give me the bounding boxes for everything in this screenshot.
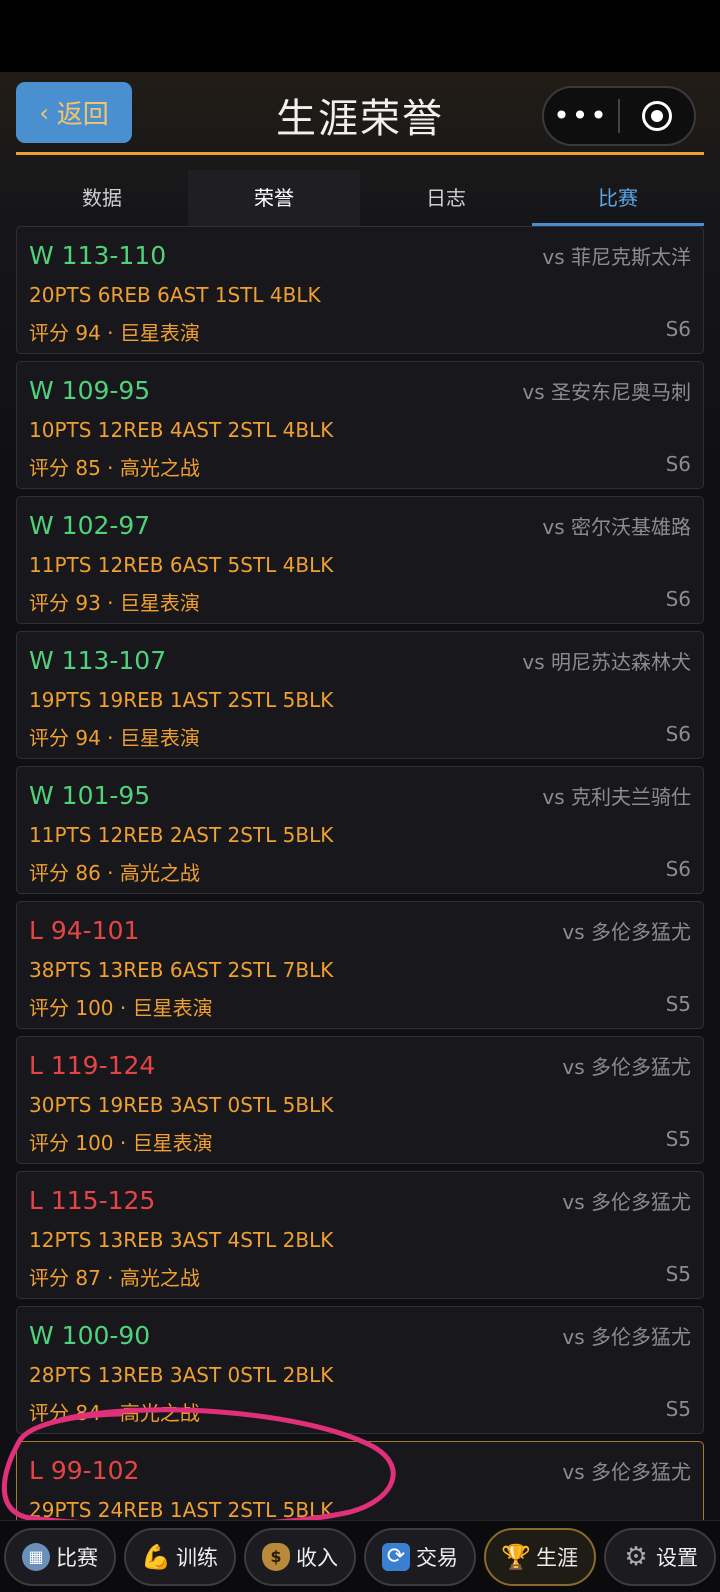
game-opponent: vs 圣安东尼奥马刺 — [522, 380, 691, 404]
gear-icon: ⚙ — [624, 1541, 648, 1572]
game-score: W 113-110 — [29, 241, 167, 270]
game-score: L 115-125 — [29, 1186, 156, 1215]
close-button[interactable] — [620, 101, 694, 131]
game-card[interactable]: W 101-95 vs 克利夫兰骑仕 11PTS 12REB 2AST 2STL… — [16, 766, 704, 894]
game-season: S6 — [665, 587, 691, 611]
target-circle-icon — [642, 101, 672, 131]
game-opponent: vs 克利夫兰骑仕 — [542, 785, 691, 809]
tab-log[interactable]: 日志 — [360, 170, 532, 226]
game-stats: 11PTS 12REB 2AST 2STL 5BLK — [29, 823, 334, 847]
status-bar — [0, 0, 720, 72]
game-stats: 28PTS 13REB 3AST 0STL 2BLK — [29, 1363, 334, 1387]
header: ‹ 返回 生涯荣誉 ••• — [0, 72, 720, 155]
game-rating: 评分 94 · 巨星表演 — [29, 321, 200, 345]
tab-honors[interactable]: 荣誉 — [188, 170, 360, 226]
tab-bar: 数据 荣誉 日志 比赛 — [16, 170, 704, 226]
game-opponent: vs 多伦多猛尤 — [562, 920, 691, 944]
tab-stats[interactable]: 数据 — [16, 170, 188, 226]
game-season: S5 — [665, 992, 691, 1016]
game-card[interactable]: L 94-101 vs 多伦多猛尤 38PTS 13REB 6AST 2STL … — [16, 901, 704, 1029]
game-rating: 评分 94 · 巨星表演 — [29, 726, 200, 750]
nav-label: 交易 — [416, 1545, 458, 1570]
game-rating: 评分 84 · 高光之战 — [29, 1401, 200, 1425]
game-opponent: vs 多伦多猛尤 — [562, 1055, 691, 1079]
game-rating: 评分 100 · 巨星表演 — [29, 996, 213, 1020]
game-list[interactable]: W 113-110 vs 菲尼克斯太洋 20PTS 6REB 6AST 1STL… — [16, 226, 704, 1592]
nav-label: 生涯 — [536, 1545, 578, 1570]
game-season: S6 — [665, 857, 691, 881]
game-rating: 评分 100 · 巨星表演 — [29, 1131, 213, 1155]
game-season: S5 — [665, 1127, 691, 1151]
game-stats: 20PTS 6REB 6AST 1STL 4BLK — [29, 283, 321, 307]
game-stats: 29PTS 24REB 1AST 2STL 5BLK — [29, 1498, 334, 1522]
nav-label: 设置 — [656, 1545, 698, 1570]
game-card[interactable]: W 100-90 vs 多伦多猛尤 28PTS 13REB 3AST 0STL … — [16, 1306, 704, 1434]
game-opponent: vs 多伦多猛尤 — [562, 1325, 691, 1349]
nav-label: 比赛 — [56, 1545, 98, 1570]
muscle-icon: 💪 — [141, 1542, 171, 1571]
game-score: W 102-97 — [29, 511, 151, 540]
game-stats: 12PTS 13REB 3AST 4STL 2BLK — [29, 1228, 334, 1252]
game-season: S5 — [665, 1397, 691, 1421]
more-dots-icon[interactable]: ••• — [544, 86, 618, 146]
game-score: W 101-95 — [29, 781, 151, 810]
game-card[interactable]: W 113-107 vs 明尼苏达森林犬 19PTS 19REB 1AST 2S… — [16, 631, 704, 759]
game-stats: 30PTS 19REB 3AST 0STL 5BLK — [29, 1093, 334, 1117]
game-card[interactable]: L 115-125 vs 多伦多猛尤 12PTS 13REB 3AST 4STL… — [16, 1171, 704, 1299]
header-divider — [16, 152, 704, 155]
trophy-icon: 🏆 — [501, 1542, 531, 1571]
game-score: W 109-95 — [29, 376, 151, 405]
game-season: S6 — [665, 452, 691, 476]
game-opponent: vs 多伦多猛尤 — [562, 1460, 691, 1484]
app-screen: ‹ 返回 生涯荣誉 ••• 数据 荣誉 日志 比赛 W 113-110 vs 菲… — [0, 72, 720, 1592]
game-stats: 38PTS 13REB 6AST 2STL 7BLK — [29, 958, 334, 982]
game-card[interactable]: W 102-97 vs 密尔沃基雄路 11PTS 12REB 6AST 5STL… — [16, 496, 704, 624]
money-bag-icon: $ — [262, 1542, 290, 1571]
game-rating: 评分 93 · 巨星表演 — [29, 591, 200, 615]
game-stats: 10PTS 12REB 4AST 2STL 4BLK — [29, 418, 334, 442]
game-score: L 99-102 — [29, 1456, 140, 1485]
game-opponent: vs 明尼苏达森林犬 — [522, 650, 691, 674]
game-season: S6 — [665, 722, 691, 746]
game-rating: 评分 87 · 高光之战 — [29, 1266, 200, 1290]
nav-button-swap[interactable]: ⟳ 交易 — [364, 1527, 476, 1586]
game-card[interactable]: L 119-124 vs 多伦多猛尤 30PTS 19REB 3AST 0STL… — [16, 1036, 704, 1164]
game-rating: 评分 85 · 高光之战 — [29, 456, 200, 480]
nav-label: 训练 — [176, 1545, 218, 1570]
game-score: W 113-107 — [29, 646, 167, 675]
game-opponent: vs 多伦多猛尤 — [562, 1190, 691, 1214]
nav-button-arena[interactable]: ▦ 比赛 — [4, 1527, 116, 1586]
game-opponent: vs 菲尼克斯太洋 — [542, 245, 691, 269]
game-score: W 100-90 — [29, 1321, 151, 1350]
swap-icon: ⟳ — [382, 1542, 410, 1571]
nav-button-money-bag[interactable]: $ 收入 — [244, 1527, 356, 1586]
game-season: S6 — [665, 317, 691, 341]
nav-button-gear[interactable]: ⚙ 设置 — [604, 1527, 716, 1586]
nav-label: 收入 — [296, 1545, 338, 1570]
game-opponent: vs 密尔沃基雄路 — [542, 515, 691, 539]
nav-button-muscle[interactable]: 💪 训练 — [124, 1527, 236, 1586]
game-score: L 94-101 — [29, 916, 140, 945]
game-stats: 11PTS 12REB 6AST 5STL 4BLK — [29, 553, 334, 577]
game-rating: 评分 86 · 高光之战 — [29, 861, 200, 885]
game-score: L 119-124 — [29, 1051, 156, 1080]
nav-button-trophy[interactable]: 🏆 生涯 — [484, 1527, 596, 1586]
miniprogram-capsule: ••• — [542, 86, 696, 146]
game-season: S5 — [665, 1262, 691, 1286]
game-stats: 19PTS 19REB 1AST 2STL 5BLK — [29, 688, 334, 712]
game-card[interactable]: W 113-110 vs 菲尼克斯太洋 20PTS 6REB 6AST 1STL… — [16, 226, 704, 354]
game-card[interactable]: W 109-95 vs 圣安东尼奥马刺 10PTS 12REB 4AST 2ST… — [16, 361, 704, 489]
arena-icon: ▦ — [22, 1542, 50, 1571]
bottom-nav: ▦ 比赛 💪 训练 $ 收入 ⟳ 交易 🏆 生涯 ⚙ 设置 — [0, 1520, 720, 1592]
tab-games[interactable]: 比赛 — [532, 170, 704, 226]
